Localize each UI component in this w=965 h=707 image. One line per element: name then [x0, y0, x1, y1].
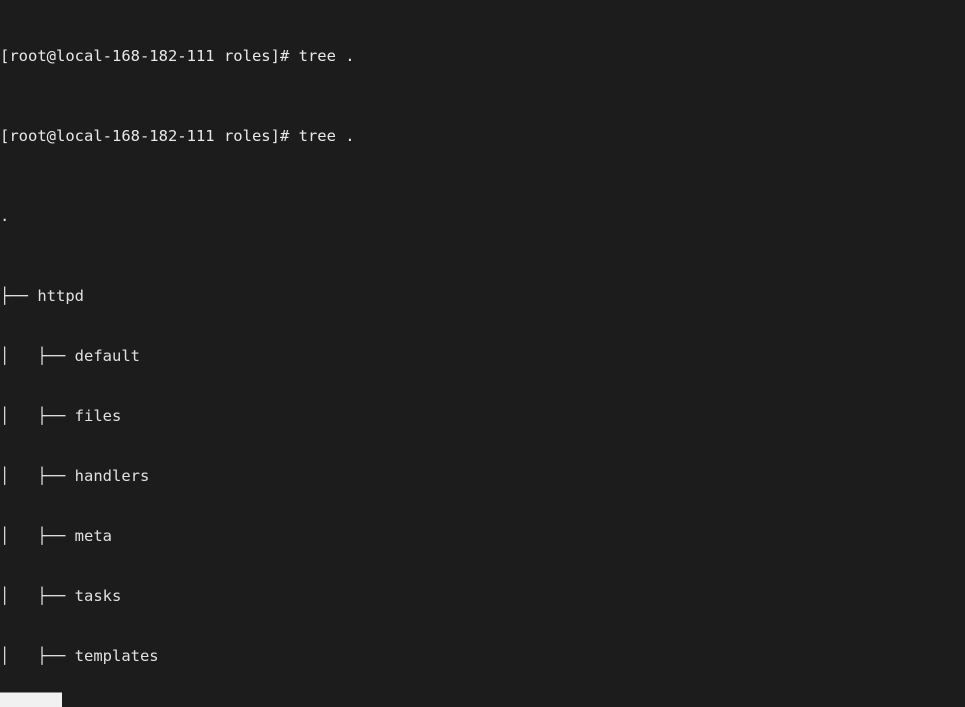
- command-line: [root@local-168-182-111 roles]# tree .: [0, 127, 355, 145]
- terminal-window[interactable]: [root@local-168-182-111 roles]# tree . […: [0, 0, 965, 707]
- tree-entry-httpd-tasks: │ ├── tasks: [0, 587, 122, 605]
- tree-entry-httpd: ├── httpd: [0, 287, 84, 305]
- tree-entry-httpd-handlers: │ ├── handlers: [0, 467, 150, 485]
- tree-entry-httpd-files: │ ├── files: [0, 407, 122, 425]
- tree-entry-httpd-meta: │ ├── meta: [0, 527, 112, 545]
- tree-entry-httpd-default: │ ├── default: [0, 347, 140, 365]
- tree-root: .: [0, 207, 10, 225]
- tree-entry-httpd-templates: │ ├── templates: [0, 647, 159, 665]
- terminal-screen: [root@local-168-182-111 roles]# tree . […: [0, 0, 965, 707]
- taskbar-overlay[interactable]: [0, 692, 62, 707]
- scrollback-partial-line: [root@local-168-182-111 roles]# tree .: [0, 47, 355, 65]
